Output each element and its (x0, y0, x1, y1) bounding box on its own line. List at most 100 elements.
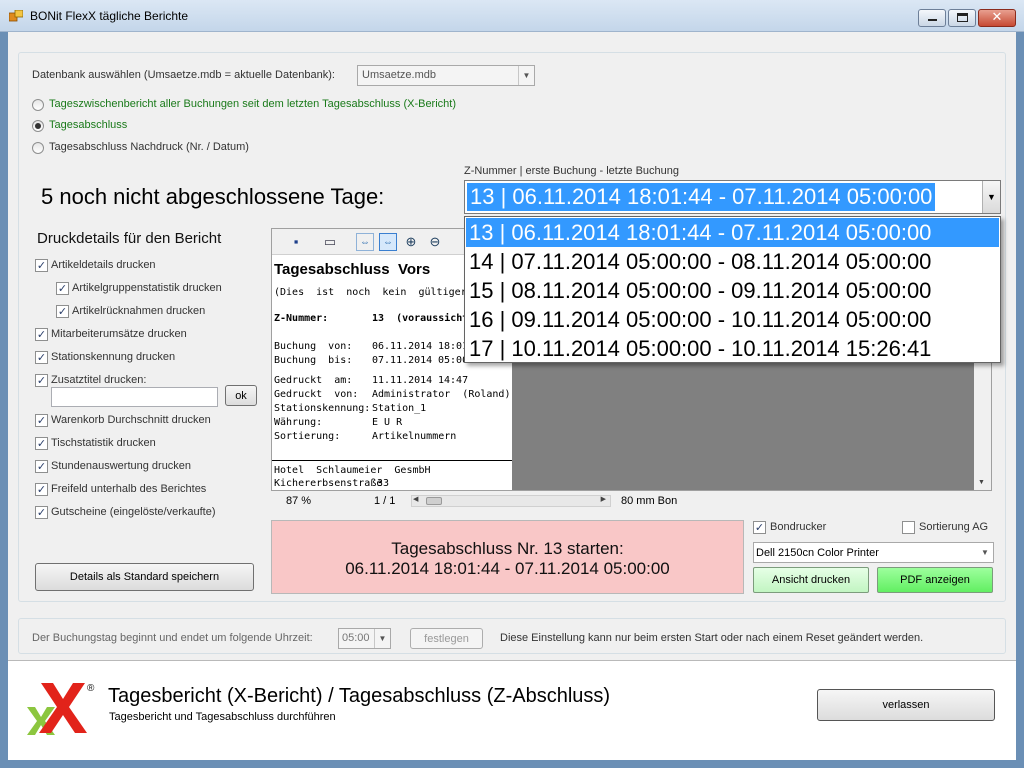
scroll-thumb[interactable] (426, 497, 442, 505)
close-icon: ✕ (991, 10, 1003, 25)
z-option-15[interactable]: 15 | 08.11.2014 05:00:00 - 09.11.2014 05… (466, 276, 999, 305)
doc-printed-by-label: Gedruckt von: (274, 389, 359, 400)
doc-divider (272, 460, 512, 461)
z-number-dropdown-list: 13 | 06.11.2014 18:01:44 - 07.11.2014 05… (464, 216, 1001, 363)
chevron-down-icon: ▼ (981, 548, 989, 557)
minimize-icon (928, 19, 937, 21)
db-select[interactable]: Umsaetze.mdb ▼ (357, 65, 535, 86)
fit-width-icon[interactable]: ⇔ (379, 233, 397, 251)
radio-z-report-label: Tagesabschluss (49, 119, 128, 131)
start-closing-button[interactable]: Tagesabschluss Nr. 13 starten: 06.11.201… (271, 520, 744, 594)
chevron-down-icon: ▼ (374, 629, 390, 648)
radio-x-report-label: Tageszwischenbericht aller Buchungen sei… (49, 98, 457, 110)
zselect-label: Z-Nummer | erste Buchung - letzte Buchun… (464, 165, 680, 177)
printer-select-value: Dell 2150cn Color Printer (756, 547, 879, 559)
svg-text:®: ® (87, 683, 95, 694)
preview-status-bar: 87 % 1 / 1 ◀ ▶ 80 mm Bon (271, 491, 992, 511)
app-icon (9, 10, 23, 22)
checkbox-article-group-stats[interactable]: ✓ (56, 282, 69, 295)
label-receipt-printer: Bondrucker (770, 521, 827, 533)
checkbox-table-stats[interactable]: ✓ (35, 437, 48, 450)
zoom-level: 87 % (286, 495, 312, 507)
z-option-14[interactable]: 14 | 07.11.2014 05:00:00 - 08.11.2014 05… (466, 247, 999, 276)
doc-company: Hotel Schlaumeier GesmbH (274, 465, 431, 476)
checkbox-extra-title[interactable]: ✓ (35, 374, 48, 387)
printer-select[interactable]: Dell 2150cn Color Printer ▼ (753, 542, 994, 563)
daytime-value: 05:00 (342, 632, 370, 644)
checkbox-vouchers[interactable]: ✓ (35, 506, 48, 519)
minimize-button[interactable] (918, 9, 946, 27)
checkbox-station-id[interactable]: ✓ (35, 351, 48, 364)
scroll-left-icon[interactable]: ◀ (413, 495, 418, 503)
scroll-right-icon[interactable]: ▶ (601, 495, 606, 503)
radio-reprint[interactable] (32, 142, 44, 154)
doc-printed-at-label: Gedruckt am: (274, 375, 353, 386)
close-button[interactable]: ✕ (978, 9, 1016, 27)
page-indicator: 1 / 1 (374, 495, 396, 507)
db-select-value: Umsaetze.mdb (362, 69, 436, 81)
label-hour-stats: Stundenauswertung drucken (51, 460, 192, 472)
doc-currency-value: E U R (372, 417, 403, 428)
extra-title-input[interactable] (51, 387, 218, 407)
checkbox-free-field[interactable]: ✓ (35, 483, 48, 496)
doc-book-from-label: Buchung von: (274, 341, 353, 352)
doc-printed-at-time: 14:47 (438, 375, 469, 386)
footer-subtitle: Tagesbericht und Tagesabschluss durchfüh… (109, 711, 336, 723)
doc-station-value: Station_1 (372, 403, 427, 414)
radio-z-report[interactable] (32, 120, 44, 132)
label-staff-sales: Mitarbeiterumsätze drucken (51, 328, 187, 340)
z-option-17[interactable]: 17 | 10.11.2014 05:00:00 - 10.11.2014 15… (466, 334, 999, 363)
daytime-select[interactable]: 05:00 ▼ (338, 628, 391, 649)
label-article-details: Artikeldetails drucken (51, 259, 156, 271)
chevron-down-icon: ▼ (518, 66, 534, 85)
label-sort-ag: Sortierung AG (919, 521, 989, 533)
checkbox-basket-avg[interactable]: ✓ (35, 414, 48, 427)
zoom-in-icon[interactable]: ⊕ (402, 233, 420, 251)
z-number-select[interactable]: 13 | 06.11.2014 18:01:44 - 07.11.2014 05… (464, 180, 1001, 214)
z-option-13[interactable]: 13 | 06.11.2014 18:01:44 - 07.11.2014 05… (466, 218, 999, 247)
checkbox-article-returns[interactable]: ✓ (56, 305, 69, 318)
window-title: BONit FlexX tägliche Berichte (30, 9, 189, 23)
doc-book-to-date: 07.11.2014 (372, 355, 433, 366)
doc-street-label: Kichererbsenstraße (274, 478, 383, 489)
z-number-select-value: 13 | 06.11.2014 18:01:44 - 07.11.2014 05… (467, 183, 936, 211)
doc-sort-label: Sortierung: (274, 431, 341, 442)
preview-vertical-scrollbar[interactable]: ▼ (974, 362, 991, 490)
label-article-group-stats: Artikelgruppenstatistik drucken (72, 282, 222, 294)
save-defaults-button[interactable]: Details als Standard speichern (35, 563, 254, 591)
pdf-button[interactable]: PDF anzeigen (877, 567, 993, 593)
checkbox-staff-sales[interactable]: ✓ (35, 328, 48, 341)
view-print-button[interactable]: Ansicht drucken (753, 567, 869, 593)
save-icon[interactable]: ▪ (287, 233, 305, 251)
checkbox-hour-stats[interactable]: ✓ (35, 460, 48, 473)
zoom-out-icon[interactable]: ⊖ (426, 233, 444, 251)
print-icon[interactable]: ▭ (321, 233, 339, 251)
checkbox-article-details[interactable]: ✓ (35, 259, 48, 272)
doc-printed-by-value: Administrator (Roland) (372, 389, 511, 400)
preview-horizontal-scrollbar[interactable]: ◀ ▶ (411, 495, 611, 507)
maximize-button[interactable] (948, 9, 976, 27)
z-option-16[interactable]: 16 | 09.11.2014 05:00:00 - 10.11.2014 05… (466, 305, 999, 334)
fit-page-icon[interactable]: ⇔ (356, 233, 374, 251)
doc-printed-at-date: 11.11.2014 (372, 375, 433, 386)
paper-format: 80 mm Bon (621, 495, 678, 507)
label-basket-avg: Warenkorb Durchschnitt drucken (51, 414, 211, 426)
start-closing-line2: 06.11.2014 18:01:44 - 07.11.2014 05:00:0… (345, 559, 670, 578)
footer: ® Tagesbericht (X-Bericht) / Tagesabschl… (8, 660, 1016, 760)
daytime-label: Der Buchungstag beginnt und endet um fol… (32, 632, 313, 644)
label-station-id: Stationskennung drucken (51, 351, 176, 363)
ok-button[interactable]: ok (225, 385, 257, 406)
doc-title: Tagesabschluss Vors (274, 261, 431, 278)
set-time-button[interactable]: festlegen (410, 628, 483, 649)
doc-znr-label: Z-Nummer: (274, 313, 329, 324)
label-free-field: Freifeld unterhalb des Berichtes (51, 483, 207, 495)
scroll-down-icon[interactable]: ▼ (978, 479, 985, 486)
details-heading: Druckdetails für den Bericht (37, 230, 222, 247)
radio-x-report[interactable] (32, 99, 44, 111)
chevron-down-icon[interactable]: ▼ (982, 181, 1000, 213)
checkbox-receipt-printer[interactable]: ✓ (753, 521, 766, 534)
checkbox-sort-ag[interactable] (902, 521, 915, 534)
flexx-logo: ® (27, 683, 95, 735)
doc-book-from-date: 06.11.2014 (372, 341, 433, 352)
exit-button[interactable]: verlassen (817, 689, 995, 721)
